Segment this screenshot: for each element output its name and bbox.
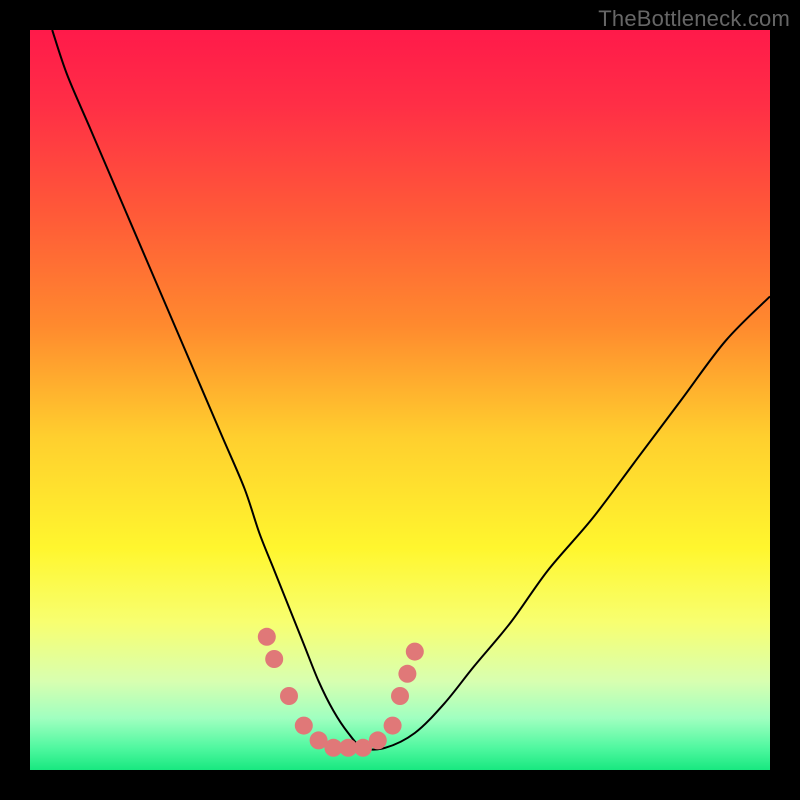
highlight-marker [406, 643, 424, 661]
highlight-marker [265, 650, 283, 668]
highlight-marker [384, 717, 402, 735]
highlight-marker [398, 665, 416, 683]
highlight-marker [280, 687, 298, 705]
chart-container: TheBottleneck.com [0, 0, 800, 800]
chart-svg [30, 30, 770, 770]
watermark-text: TheBottleneck.com [598, 6, 790, 32]
highlight-marker [369, 731, 387, 749]
highlight-marker [391, 687, 409, 705]
gradient-background [30, 30, 770, 770]
plot-area [30, 30, 770, 770]
highlight-marker [295, 717, 313, 735]
highlight-marker [258, 628, 276, 646]
